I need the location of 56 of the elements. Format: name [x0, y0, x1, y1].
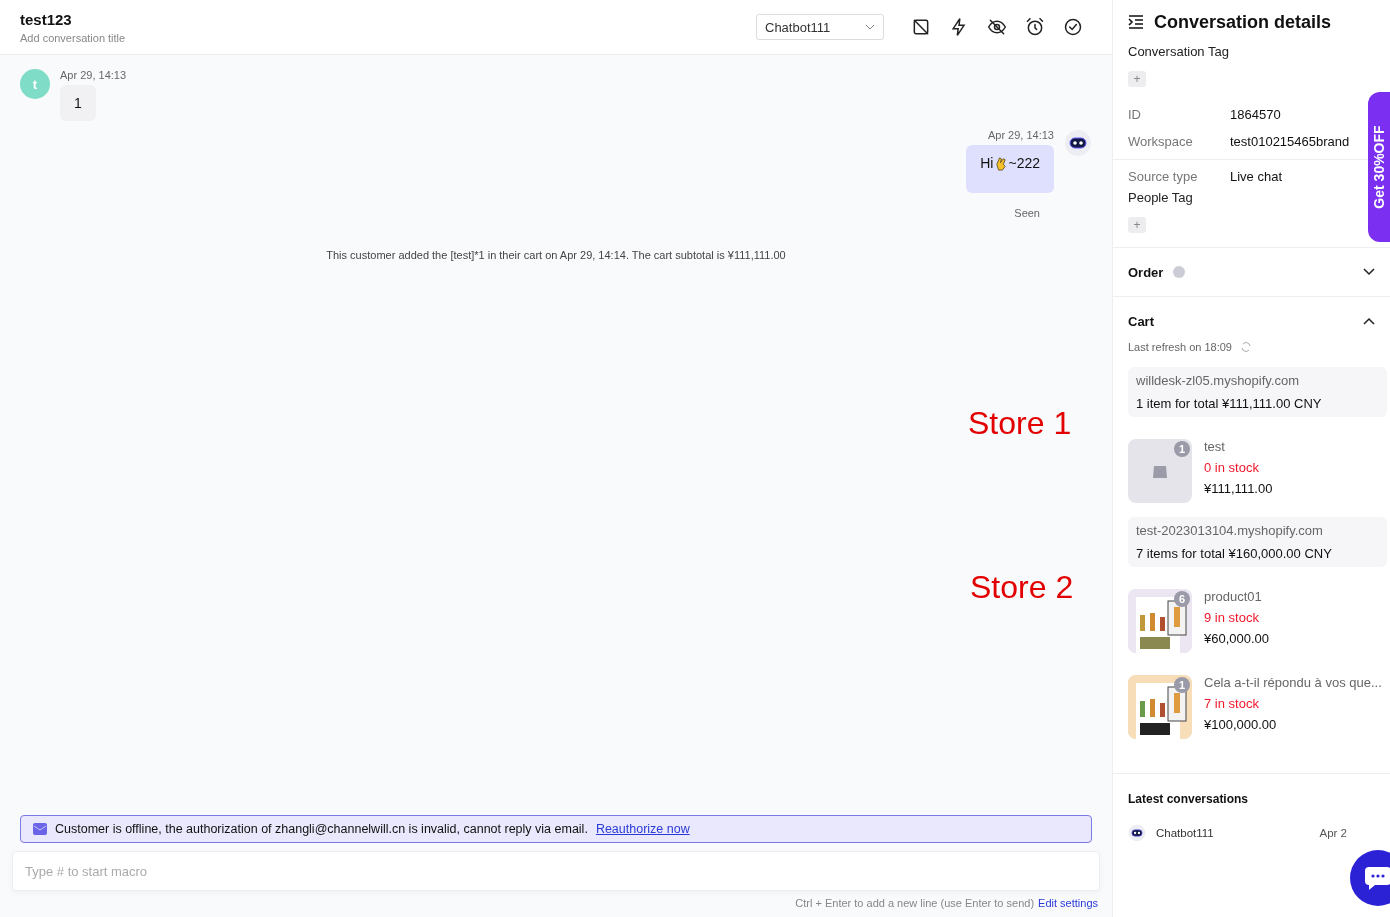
product-price: ¥60,000.00	[1204, 631, 1270, 646]
chat-button[interactable]	[1350, 850, 1390, 906]
promo-tab[interactable]: Get 30%OFF	[1368, 92, 1390, 242]
conversation-tag-label: Conversation Tag	[1128, 44, 1230, 59]
stock-status: 7 in stock	[1204, 696, 1260, 711]
message-time: Apr 29, 14:13	[60, 69, 127, 81]
bot-avatar-icon	[1128, 824, 1146, 842]
field-label: Workspace	[1128, 134, 1194, 149]
message-text: Hi	[980, 155, 994, 171]
field-value: Live chat	[1230, 168, 1283, 184]
stock-status: 9 in stock	[1204, 610, 1260, 625]
details-title: Conversation details	[1154, 11, 1332, 33]
quantity-badge: 1	[1174, 441, 1190, 457]
field-label: ID	[1128, 107, 1142, 122]
message-bubble: 1	[60, 85, 96, 121]
store-domain: test-2023013104.myshopify.com	[1136, 523, 1324, 538]
field-value: test010215465brand	[1230, 134, 1350, 149]
chat-bubble-icon	[1363, 865, 1390, 891]
message-input[interactable]: Type # to start macro	[12, 851, 1100, 891]
message-time: Apr 29, 14:13	[987, 129, 1054, 141]
store-domain: willdesk-zl05.myshopify.com	[1136, 373, 1301, 388]
assignee-select[interactable]: Chatbot111	[756, 14, 884, 40]
edit-settings-link[interactable]: Edit settings	[1038, 897, 1098, 909]
field-label: Source type	[1128, 168, 1199, 184]
collapse-menu-icon[interactable]	[1128, 15, 1144, 29]
seen-status: Seen	[1014, 207, 1040, 219]
product-name: Cela a-t-il répondu à vos que...	[1204, 675, 1382, 690]
section-header[interactable]: Order	[1113, 247, 1390, 296]
customer-avatar: t	[20, 69, 50, 99]
product-price: ¥100,000.00	[1204, 717, 1278, 732]
store-summary: 1 item for total ¥111,111.00 CNY	[1136, 396, 1323, 411]
shortcut-hint: Ctrl + Enter to add a new line (use Enter to send)	[795, 897, 1035, 909]
chevron-down-icon	[865, 22, 875, 32]
notice-text: Customer is offline, the authorization of zhangli@channelwill.cn is invalid, cannot reply via email.	[55, 822, 588, 836]
conversation-title: test123	[20, 10, 73, 28]
product-price: ¥111,111.00	[1204, 481, 1273, 496]
store-summary: 7 items for total ¥160,000.00 CNY	[1136, 546, 1333, 561]
store-annotation: Store 1	[968, 405, 1072, 442]
clapping-hands-icon	[993, 155, 1009, 171]
shopping-bag-icon	[1152, 464, 1168, 478]
cart-event-text: This customer added the [test]*1 in their cart on Apr 29, 14:14. The cart subtotal is ¥111,111.00	[325, 249, 787, 261]
add-title-link[interactable]: Add conversation title	[20, 31, 756, 44]
check-circle-icon[interactable]	[1062, 16, 1084, 38]
stock-status: 0 in stock	[1204, 460, 1260, 475]
reauthorize-link[interactable]: Reauthorize now	[595, 822, 690, 836]
bot-avatar-icon	[1064, 129, 1092, 157]
envelope-icon	[33, 823, 47, 835]
message-text: ~222	[1008, 155, 1040, 171]
conversation-item[interactable]: Chatbot111 Apr 2	[1128, 824, 1375, 842]
product-name: test	[1204, 439, 1226, 454]
alarm-clock-icon[interactable]	[1024, 16, 1046, 38]
product-name: product01	[1204, 589, 1263, 604]
store-annotation: Store 2	[970, 569, 1074, 606]
latest-conversations-title: Latest conversations	[1128, 792, 1250, 806]
people-tag-label: People Tag	[1128, 190, 1194, 205]
field-value: 1864570	[1230, 107, 1281, 122]
